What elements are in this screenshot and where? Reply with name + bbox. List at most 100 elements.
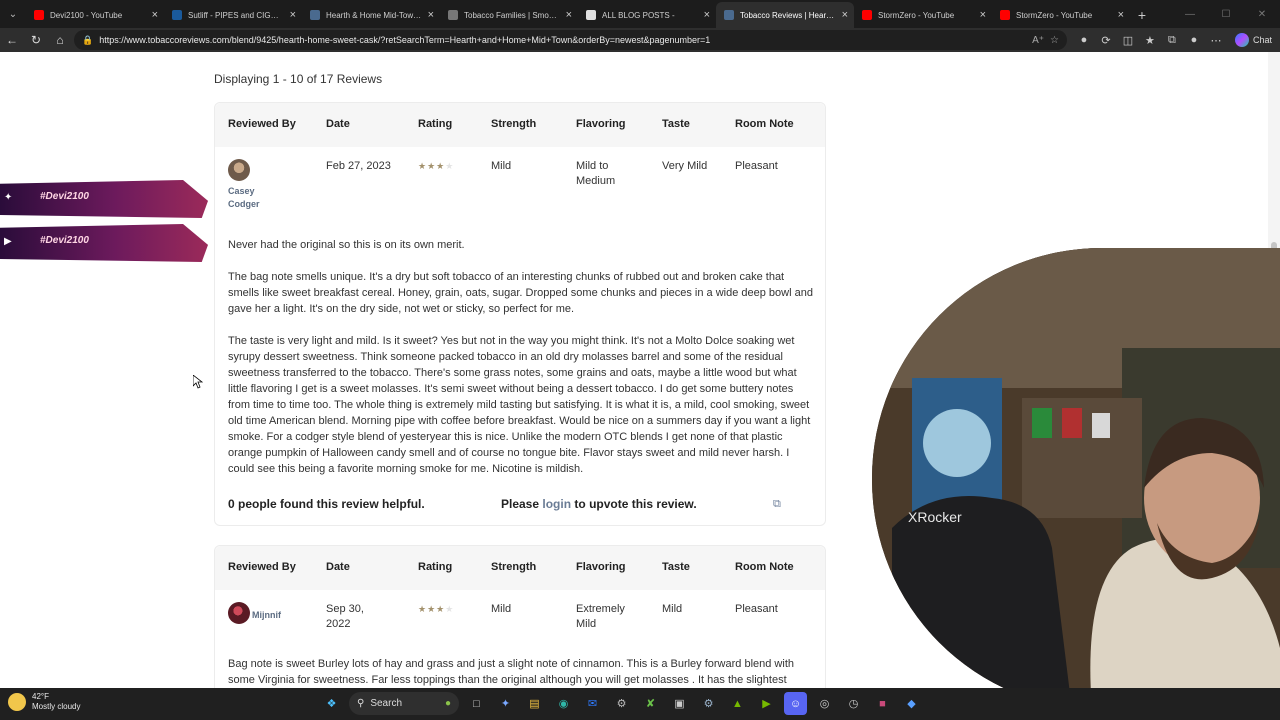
browser-tab[interactable]: Devi2100 - YouTube × (26, 2, 164, 28)
browser-tab[interactable]: Sutliff - PIPES and CIGARS × (164, 2, 302, 28)
tab-close-icon[interactable]: × (152, 9, 158, 21)
settings-gear-icon[interactable]: ⚙ (610, 692, 633, 715)
home-icon[interactable]: ⌂ (48, 28, 72, 52)
chair-brand-text: XRocker (908, 509, 962, 525)
tab-favicon-icon (1000, 10, 1010, 20)
star-empty-icon: ★ (445, 604, 455, 614)
tab-close-icon[interactable]: × (980, 9, 986, 21)
reviewer-avatar[interactable] (228, 159, 250, 181)
maximize-icon[interactable]: ☐ (1208, 0, 1244, 28)
header-taste: Taste (662, 118, 690, 130)
back-arrow-icon[interactable]: ← (0, 28, 24, 52)
windows-taskbar: 42°F Mostly cloudy ❖ ⚲ Search ● □ ✦ ▤ ◉ … (0, 688, 1280, 720)
obs-icon[interactable]: ◎ (813, 692, 836, 715)
new-tab-button[interactable]: + (1130, 2, 1154, 28)
window-controls: — ☐ ✕ (1172, 0, 1280, 28)
tab-close-icon[interactable]: × (566, 9, 572, 21)
reviewer-avatar[interactable] (228, 602, 250, 624)
twitter-icon: ✦ (4, 192, 13, 203)
copilot-app-icon[interactable]: ✦ (494, 692, 517, 715)
weather-condition: Mostly cloudy (32, 702, 81, 711)
tab-close-icon[interactable]: × (428, 9, 434, 21)
header-flavoring: Flavoring (576, 561, 626, 573)
split-screen-icon[interactable]: ◫ (1117, 28, 1139, 52)
tab-favicon-icon (724, 10, 734, 20)
upvote-text: to upvote this review. (574, 497, 697, 511)
refresh-sync-icon[interactable]: ⟳ (1095, 28, 1117, 52)
nvidia-icon[interactable]: ▲ (726, 692, 749, 715)
review-paragraph: The taste is very light and mild. Is it … (228, 335, 811, 475)
tab-favicon-icon (862, 10, 872, 20)
close-window-icon[interactable]: ✕ (1244, 0, 1280, 28)
extension-icon[interactable]: ● (1073, 28, 1095, 52)
weather-widget[interactable]: 42°F Mostly cloudy (8, 692, 80, 712)
reviews-count-text: Displaying 1 - 10 of 17 Reviews (214, 72, 383, 86)
chat-button[interactable]: Chat (1227, 33, 1280, 47)
minimize-icon[interactable]: — (1172, 0, 1208, 28)
star-icon: ★ (427, 161, 437, 171)
collections-icon[interactable]: ⧉ (1161, 28, 1183, 52)
app-icon[interactable]: ■ (871, 692, 894, 715)
header-reviewed-by: Reviewed By (228, 118, 296, 130)
app-icon[interactable]: ▣ (668, 692, 691, 715)
review-taste: Mild (662, 603, 683, 615)
tab-close-icon[interactable]: × (704, 9, 710, 21)
header-rating: Rating (418, 118, 453, 130)
review-paragraph: The bag note smells unique. It's a dry b… (228, 271, 813, 315)
discord-icon[interactable]: ☺ (784, 692, 807, 715)
app-icon[interactable]: ◆ (900, 692, 923, 715)
browser-tab[interactable]: Tobacco Reviews | Hearth & × (716, 2, 854, 28)
lock-icon[interactable]: 🔒 (82, 35, 93, 46)
browser-tab[interactable]: StormZero - YouTube × (854, 2, 992, 28)
browser-tab[interactable]: ALL BLOG POSTS - × (578, 2, 716, 28)
file-explorer-icon[interactable]: ▤ (523, 692, 546, 715)
review-flavoring: Mild to Medium (576, 159, 615, 189)
review-room-note: Pleasant (735, 603, 778, 615)
tab-favicon-icon (586, 10, 596, 20)
search-highlight-icon: ● (444, 698, 451, 709)
reviewer-name-line1[interactable]: Casey (228, 185, 260, 198)
share-icon[interactable]: ⧉ (773, 498, 781, 511)
task-view-icon[interactable]: □ (465, 692, 488, 715)
flavoring-line1: Extremely (576, 603, 625, 615)
steam-icon[interactable]: ⚙ (697, 692, 720, 715)
social-handle: #Devi2100 (40, 235, 89, 246)
browser-tab[interactable]: StormZero - YouTube × (992, 2, 1130, 28)
favorites-icon[interactable]: ★ (1139, 28, 1161, 52)
review-paragraph: Never had the original so this is on its… (228, 239, 465, 251)
header-strength: Strength (491, 118, 537, 130)
review-flavoring: Extremely Mild (576, 602, 625, 632)
read-aloud-icon[interactable]: A⁺ (1032, 35, 1044, 46)
edge-browser-icon[interactable]: ◉ (552, 692, 575, 715)
refresh-icon[interactable]: ↻ (24, 28, 48, 52)
tab-close-icon[interactable]: × (1118, 9, 1124, 21)
header-strength: Strength (491, 561, 537, 573)
favorite-star-icon[interactable]: ☆ (1050, 35, 1059, 46)
star-icon: ★ (436, 161, 446, 171)
tab-title: Tobacco Families | Smoking (464, 10, 560, 20)
profile-avatar-icon[interactable]: ● (1183, 28, 1205, 52)
tab-close-icon[interactable]: × (842, 9, 848, 21)
xbox-icon[interactable]: ✘ (639, 692, 662, 715)
clock-app-icon[interactable]: ◷ (842, 692, 865, 715)
address-bar[interactable]: 🔒 https://www.tobaccoreviews.com/blend/9… (74, 30, 1067, 50)
tab-close-icon[interactable]: × (290, 9, 296, 21)
reviewer-name-link[interactable]: Mijnnif (252, 609, 281, 622)
browser-tab-strip: ⌄ Devi2100 - YouTube × Sutliff - PIPES and… (0, 0, 1280, 28)
reviewer-name-line2[interactable]: Codger (228, 198, 260, 211)
tab-actions-menu-icon[interactable]: ⌄ (0, 0, 26, 28)
media-player-icon[interactable]: ▶ (755, 692, 778, 715)
address-url[interactable]: https://www.tobaccoreviews.com/blend/942… (99, 35, 1026, 45)
weather-cloud-icon (8, 693, 26, 711)
more-options-icon[interactable]: ⋯ (1205, 28, 1227, 52)
date-line2: 2022 (326, 618, 351, 630)
review-card: Reviewed By Date Rating Strength Flavori… (214, 102, 826, 526)
mail-app-icon[interactable]: ✉ (581, 692, 604, 715)
windows-start-icon[interactable]: ❖ (320, 692, 343, 715)
reviewer-name-link[interactable]: Casey Codger (228, 185, 260, 211)
browser-tab[interactable]: Hearth & Home Mid-Town S × (302, 2, 440, 28)
stream-social-banner-twitter: ✦ #Devi2100 (0, 180, 208, 218)
browser-tab[interactable]: Tobacco Families | Smoking × (440, 2, 578, 28)
login-link[interactable]: login (542, 497, 571, 511)
taskbar-search[interactable]: ⚲ Search ● (349, 692, 459, 715)
